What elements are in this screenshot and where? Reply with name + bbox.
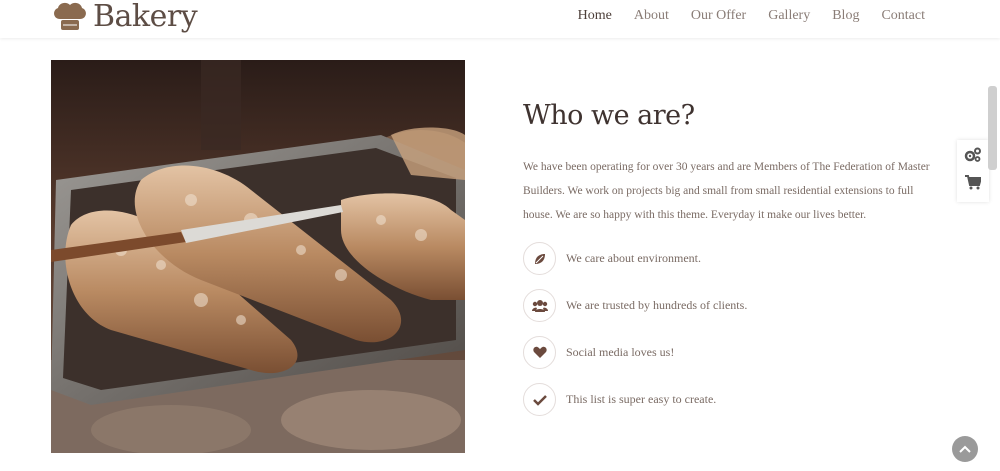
site-header: Bakery Home About Our Offer Gallery Blog… bbox=[0, 0, 1000, 38]
users-icon bbox=[523, 289, 556, 322]
nav-about[interactable]: About bbox=[634, 8, 669, 24]
feature-label: This list is super easy to create. bbox=[566, 392, 717, 406]
feature-list: We care about environment. We are truste… bbox=[523, 242, 747, 430]
gears-icon[interactable] bbox=[964, 147, 982, 168]
nav-our-offer[interactable]: Our Offer bbox=[691, 8, 746, 24]
logo[interactable]: Bakery bbox=[51, 0, 198, 34]
cart-icon[interactable] bbox=[965, 174, 983, 195]
list-item: We care about environment. bbox=[523, 242, 747, 275]
leaf-icon bbox=[523, 242, 556, 275]
nav-contact[interactable]: Contact bbox=[881, 8, 925, 24]
main-nav: Home About Our Offer Gallery Blog Contac… bbox=[556, 8, 925, 24]
nav-home[interactable]: Home bbox=[578, 8, 612, 24]
section-title: Who we are? bbox=[523, 100, 695, 131]
nav-blog[interactable]: Blog bbox=[832, 8, 859, 24]
list-item: Social media loves us! bbox=[523, 336, 747, 369]
about-section: Who we are? We have been operating for o… bbox=[523, 100, 943, 239]
feature-label: Social media loves us! bbox=[566, 345, 675, 359]
list-item: We are trusted by hundreds of clients. bbox=[523, 289, 747, 322]
side-toolbar bbox=[957, 140, 989, 202]
chevron-up-icon bbox=[959, 445, 971, 453]
scroll-to-top-button[interactable] bbox=[952, 436, 978, 462]
scrollbar-thumb[interactable] bbox=[988, 86, 997, 170]
heart-icon bbox=[523, 336, 556, 369]
chef-hat-icon bbox=[54, 2, 86, 30]
feature-label: We are trusted by hundreds of clients. bbox=[566, 298, 748, 312]
bread-photo bbox=[51, 60, 465, 453]
nav-gallery[interactable]: Gallery bbox=[768, 8, 810, 24]
section-description: We have been operating for over 30 years… bbox=[523, 161, 930, 221]
feature-label: We care about environment. bbox=[566, 251, 701, 265]
brand-name: Bakery bbox=[93, 0, 198, 34]
check-icon bbox=[523, 383, 556, 416]
list-item: This list is super easy to create. bbox=[523, 383, 747, 416]
